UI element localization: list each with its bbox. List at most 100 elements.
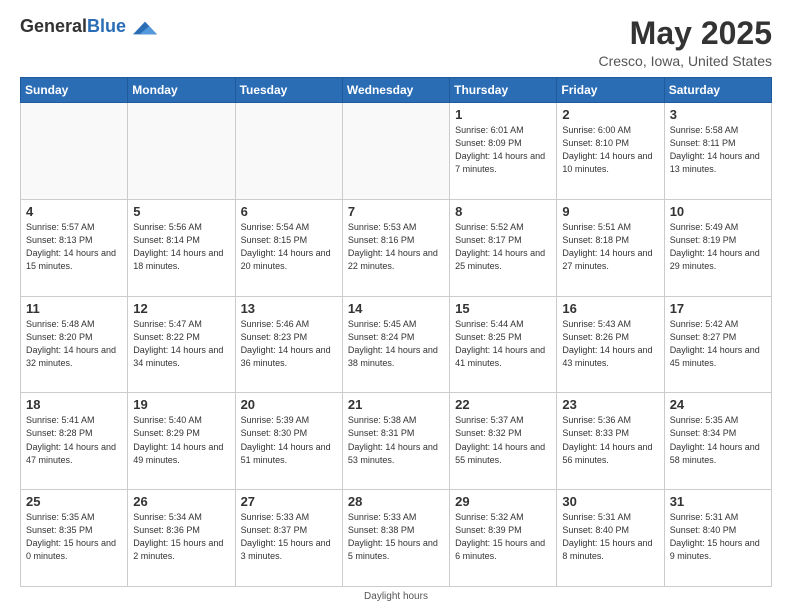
day-info: Sunrise: 5:56 AMSunset: 8:14 PMDaylight:… xyxy=(133,221,229,273)
day-cell: 24 Sunrise: 5:35 AMSunset: 8:34 PMDayligh… xyxy=(664,393,771,490)
day-number: 2 xyxy=(562,107,658,122)
day-info: Sunrise: 5:52 AMSunset: 8:17 PMDaylight:… xyxy=(455,221,551,273)
day-cell: 3Sunrise: 5:58 AMSunset: 8:11 PMDaylight… xyxy=(664,103,771,200)
day-number: 25 xyxy=(26,494,122,509)
day-info: Sunrise: 5:43 AMSunset: 8:26 PMDaylight:… xyxy=(562,318,658,370)
day-cell xyxy=(342,103,449,200)
day-cell: 31 Sunrise: 5:31 AMSunset: 8:40 PMDayligh… xyxy=(664,490,771,587)
day-info: Sunrise: 5:33 AMSunset: 8:37 PMDaylight:… xyxy=(241,511,337,563)
day-number: 21 xyxy=(348,397,444,412)
day-cell: 18Sunrise: 5:41 AMSunset: 8:28 PMDayligh… xyxy=(21,393,128,490)
day-number: 17 xyxy=(670,301,766,316)
day-header-row: SundayMondayTuesdayWednesdayThursdayFrid… xyxy=(21,78,772,103)
day-number: 3 xyxy=(670,107,766,122)
week-row-1: 4Sunrise: 5:57 AMSunset: 8:13 PMDaylight… xyxy=(21,199,772,296)
col-header-tuesday: Tuesday xyxy=(235,78,342,103)
day-number: 15 xyxy=(455,301,551,316)
day-info: Sunrise: 5:57 AMSunset: 8:13 PMDaylight:… xyxy=(26,221,122,273)
day-number: 6 xyxy=(241,204,337,219)
day-info: Sunrise: 5:31 AMSunset: 8:40 PMDaylight:… xyxy=(562,511,658,563)
page: GeneralBlue May 2025 Cresco, Iowa, Unite… xyxy=(0,0,792,612)
day-number: 14 xyxy=(348,301,444,316)
day-cell: 19Sunrise: 5:40 AMSunset: 8:29 PMDayligh… xyxy=(128,393,235,490)
day-cell: 28 Sunrise: 5:33 AMSunset: 8:38 PMDayligh… xyxy=(342,490,449,587)
week-row-2: 11 Sunrise: 5:48 AMSunset: 8:20 PMDayligh… xyxy=(21,296,772,393)
day-number: 28 xyxy=(348,494,444,509)
day-info: Sunrise: 5:51 AMSunset: 8:18 PMDaylight:… xyxy=(562,221,658,273)
day-info: Sunrise: 5:54 AMSunset: 8:15 PMDaylight:… xyxy=(241,221,337,273)
day-number: 8 xyxy=(455,204,551,219)
day-number: 29 xyxy=(455,494,551,509)
day-info: Sunrise: 5:47 AMSunset: 8:22 PMDaylight:… xyxy=(133,318,229,370)
col-header-wednesday: Wednesday xyxy=(342,78,449,103)
day-number: 7 xyxy=(348,204,444,219)
day-cell: 20 Sunrise: 5:39 AMSunset: 8:30 PMDayligh… xyxy=(235,393,342,490)
day-info: Sunrise: 5:49 AMSunset: 8:19 PMDaylight:… xyxy=(670,221,766,273)
day-info: Sunrise: 5:33 AMSunset: 8:38 PMDaylight:… xyxy=(348,511,444,563)
day-cell: 6 Sunrise: 5:54 AMSunset: 8:15 PMDaylight… xyxy=(235,199,342,296)
day-cell: 1 Sunrise: 6:01 AMSunset: 8:09 PMDaylight… xyxy=(450,103,557,200)
day-info: Sunrise: 5:48 AMSunset: 8:20 PMDaylight:… xyxy=(26,318,122,370)
day-number: 20 xyxy=(241,397,337,412)
day-number: 23 xyxy=(562,397,658,412)
day-number: 24 xyxy=(670,397,766,412)
day-info: Sunrise: 5:44 AMSunset: 8:25 PMDaylight:… xyxy=(455,318,551,370)
day-cell: 14 Sunrise: 5:45 AMSunset: 8:24 PMDayligh… xyxy=(342,296,449,393)
day-info: Sunrise: 5:35 AMSunset: 8:34 PMDaylight:… xyxy=(670,414,766,466)
day-info: Sunrise: 6:00 AMSunset: 8:10 PMDaylight:… xyxy=(562,124,658,176)
day-info: Sunrise: 5:46 AMSunset: 8:23 PMDaylight:… xyxy=(241,318,337,370)
day-cell: 22 Sunrise: 5:37 AMSunset: 8:32 PMDayligh… xyxy=(450,393,557,490)
day-info: Sunrise: 5:39 AMSunset: 8:30 PMDaylight:… xyxy=(241,414,337,466)
day-cell: 8 Sunrise: 5:52 AMSunset: 8:17 PMDaylight… xyxy=(450,199,557,296)
week-row-4: 25 Sunrise: 5:35 AMSunset: 8:35 PMDayligh… xyxy=(21,490,772,587)
day-info: Sunrise: 5:35 AMSunset: 8:35 PMDaylight:… xyxy=(26,511,122,563)
day-number: 31 xyxy=(670,494,766,509)
day-cell: 11 Sunrise: 5:48 AMSunset: 8:20 PMDayligh… xyxy=(21,296,128,393)
day-info: Sunrise: 5:37 AMSunset: 8:32 PMDaylight:… xyxy=(455,414,551,466)
col-header-thursday: Thursday xyxy=(450,78,557,103)
month-title: May 2025 xyxy=(598,16,772,51)
day-info: Sunrise: 5:45 AMSunset: 8:24 PMDaylight:… xyxy=(348,318,444,370)
day-cell: 5 Sunrise: 5:56 AMSunset: 8:14 PMDaylight… xyxy=(128,199,235,296)
day-cell: 12 Sunrise: 5:47 AMSunset: 8:22 PMDayligh… xyxy=(128,296,235,393)
day-cell: 21Sunrise: 5:38 AMSunset: 8:31 PMDayligh… xyxy=(342,393,449,490)
day-cell: 2 Sunrise: 6:00 AMSunset: 8:10 PMDaylight… xyxy=(557,103,664,200)
col-header-monday: Monday xyxy=(128,78,235,103)
day-cell: 23 Sunrise: 5:36 AMSunset: 8:33 PMDayligh… xyxy=(557,393,664,490)
day-number: 5 xyxy=(133,204,229,219)
col-header-saturday: Saturday xyxy=(664,78,771,103)
day-info: Sunrise: 5:36 AMSunset: 8:33 PMDaylight:… xyxy=(562,414,658,466)
calendar-table: SundayMondayTuesdayWednesdayThursdayFrid… xyxy=(20,77,772,587)
day-number: 22 xyxy=(455,397,551,412)
week-row-0: 1 Sunrise: 6:01 AMSunset: 8:09 PMDaylight… xyxy=(21,103,772,200)
day-number: 19 xyxy=(133,397,229,412)
day-cell: 4Sunrise: 5:57 AMSunset: 8:13 PMDaylight… xyxy=(21,199,128,296)
day-info: Sunrise: 5:34 AMSunset: 8:36 PMDaylight:… xyxy=(133,511,229,563)
day-cell: 29Sunrise: 5:32 AMSunset: 8:39 PMDayligh… xyxy=(450,490,557,587)
day-cell: 7 Sunrise: 5:53 AMSunset: 8:16 PMDaylight… xyxy=(342,199,449,296)
day-cell: 26Sunrise: 5:34 AMSunset: 8:36 PMDayligh… xyxy=(128,490,235,587)
day-number: 11 xyxy=(26,301,122,316)
header: GeneralBlue May 2025 Cresco, Iowa, Unite… xyxy=(20,16,772,69)
day-info: Sunrise: 5:42 AMSunset: 8:27 PMDaylight:… xyxy=(670,318,766,370)
col-header-friday: Friday xyxy=(557,78,664,103)
logo-icon xyxy=(133,16,157,40)
day-cell: 16 Sunrise: 5:43 AMSunset: 8:26 PMDayligh… xyxy=(557,296,664,393)
day-cell: 13 Sunrise: 5:46 AMSunset: 8:23 PMDayligh… xyxy=(235,296,342,393)
logo-blue-text: Blue xyxy=(87,16,126,36)
day-cell: 9Sunrise: 5:51 AMSunset: 8:18 PMDaylight… xyxy=(557,199,664,296)
day-info: Sunrise: 5:53 AMSunset: 8:16 PMDaylight:… xyxy=(348,221,444,273)
day-number: 16 xyxy=(562,301,658,316)
day-number: 12 xyxy=(133,301,229,316)
day-number: 30 xyxy=(562,494,658,509)
day-number: 1 xyxy=(455,107,551,122)
day-cell: 25 Sunrise: 5:35 AMSunset: 8:35 PMDayligh… xyxy=(21,490,128,587)
day-info: Sunrise: 6:01 AMSunset: 8:09 PMDaylight:… xyxy=(455,124,551,176)
day-cell xyxy=(21,103,128,200)
day-cell: 30 Sunrise: 5:31 AMSunset: 8:40 PMDayligh… xyxy=(557,490,664,587)
col-header-sunday: Sunday xyxy=(21,78,128,103)
day-cell xyxy=(128,103,235,200)
day-info: Sunrise: 5:31 AMSunset: 8:40 PMDaylight:… xyxy=(670,511,766,563)
day-number: 10 xyxy=(670,204,766,219)
day-number: 13 xyxy=(241,301,337,316)
